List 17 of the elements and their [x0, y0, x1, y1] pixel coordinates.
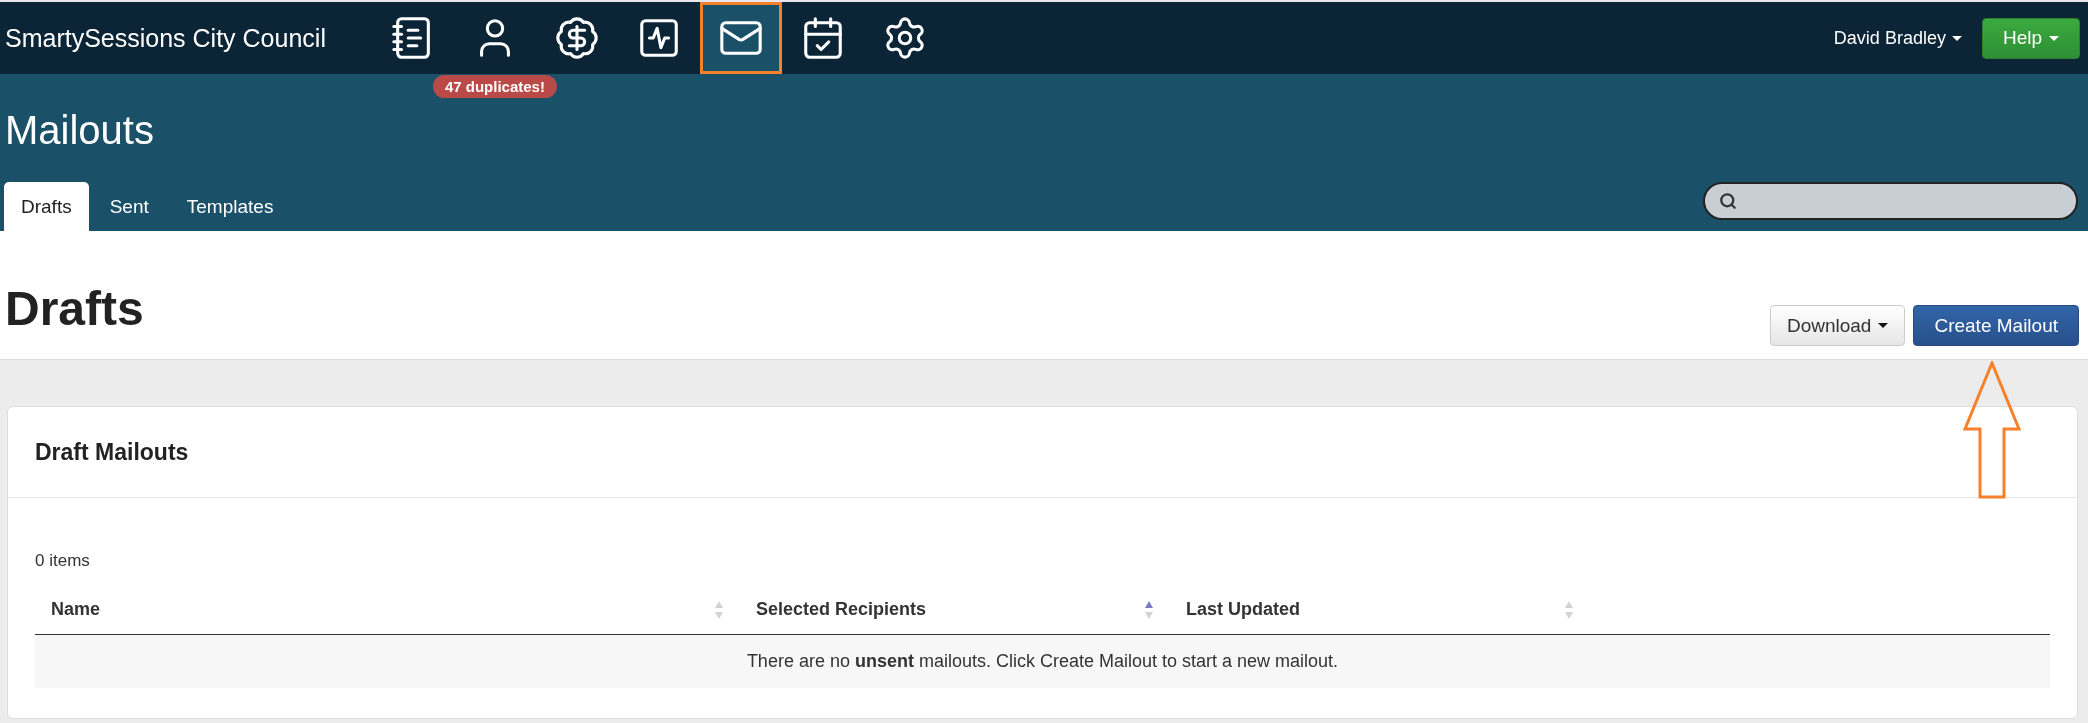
- download-button[interactable]: Download: [1769, 305, 1906, 346]
- user-menu[interactable]: David Bradley: [1833, 27, 1962, 49]
- nav-icon-button[interactable]: [699, 2, 782, 74]
- item-count: 0 items: [35, 551, 91, 571]
- duplicates-badge: 47 duplicates!: [432, 75, 557, 98]
- tab[interactable]: Sent: [92, 182, 166, 231]
- search-icon: [1719, 192, 1737, 210]
- search-field[interactable]: [1703, 182, 2078, 220]
- empty-message: There are no unsent mailouts. Click Create Mailout to start a new mailout.: [35, 635, 2050, 688]
- page-title: Mailouts: [5, 108, 154, 153]
- card-title: Draft Mailouts: [35, 438, 189, 466]
- section-title: Drafts: [5, 281, 144, 336]
- tab[interactable]: Templates: [169, 182, 291, 231]
- brand-name[interactable]: SmartySessions City Council: [5, 23, 326, 53]
- tab[interactable]: Drafts: [4, 182, 89, 231]
- create-mailout-button[interactable]: Create Mailout: [1913, 305, 2079, 346]
- dollar-badge-icon: [553, 15, 600, 61]
